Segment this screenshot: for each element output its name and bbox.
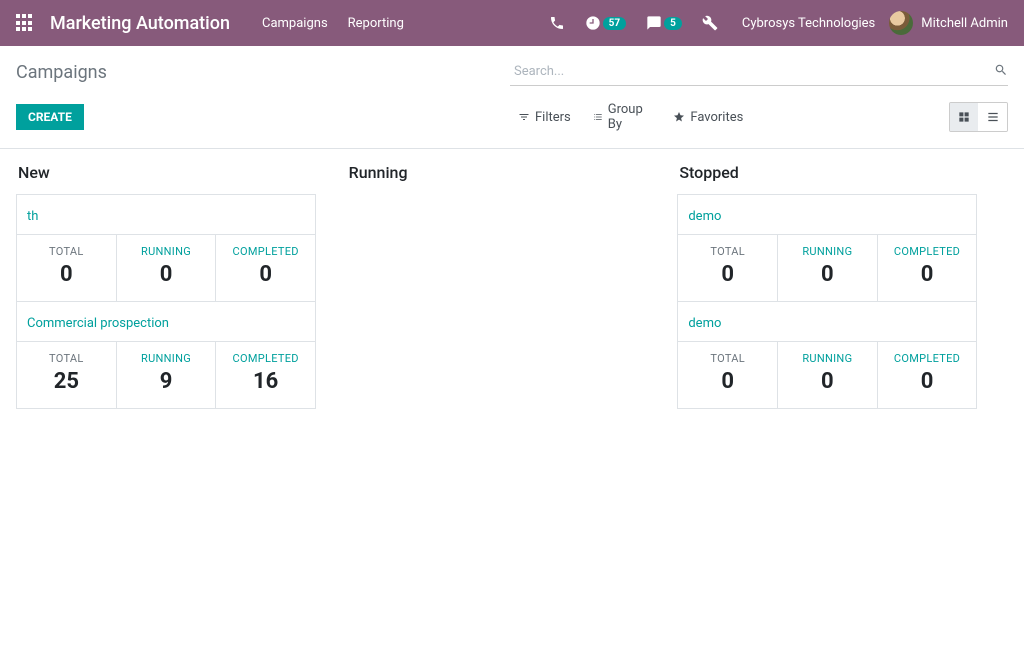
search-icon[interactable] bbox=[994, 62, 1008, 81]
control-panel: Campaigns CREATE Filters Group By Favori… bbox=[0, 46, 1024, 149]
messages-icon[interactable]: 5 bbox=[646, 15, 682, 31]
breadcrumb: Campaigns bbox=[16, 62, 107, 83]
column-running: Running bbox=[347, 163, 678, 194]
stat-running: RUNNING0 bbox=[777, 342, 877, 408]
filters-label: Filters bbox=[535, 110, 571, 125]
activities-badge: 57 bbox=[603, 17, 626, 30]
avatar-icon bbox=[889, 11, 913, 35]
stat-total: TOTAL0 bbox=[678, 235, 777, 301]
create-button[interactable]: CREATE bbox=[16, 104, 84, 130]
user-menu[interactable]: Mitchell Admin bbox=[889, 11, 1008, 35]
column-stopped: Stopped demo TOTAL0 RUNNING0 COMPLETED0 … bbox=[677, 163, 1008, 409]
search-container bbox=[510, 58, 1008, 86]
favorites-label: Favorites bbox=[690, 110, 743, 125]
list-view-icon bbox=[986, 110, 1000, 124]
nav-reporting[interactable]: Reporting bbox=[348, 16, 404, 31]
app-brand[interactable]: Marketing Automation bbox=[50, 13, 230, 34]
activities-icon[interactable]: 57 bbox=[585, 15, 626, 31]
kanban-view: New th TOTAL0 RUNNING0 COMPLETED0 Commer… bbox=[0, 149, 1024, 423]
stat-completed: COMPLETED0 bbox=[215, 235, 315, 301]
star-icon bbox=[673, 111, 685, 123]
campaign-card[interactable]: th TOTAL0 RUNNING0 COMPLETED0 bbox=[17, 195, 315, 301]
list-icon bbox=[593, 111, 603, 123]
nav-campaigns[interactable]: Campaigns bbox=[262, 16, 328, 31]
stat-running: RUNNING9 bbox=[116, 342, 216, 408]
column-title: Stopped bbox=[677, 163, 1008, 182]
stat-total: TOTAL0 bbox=[17, 235, 116, 301]
campaign-name[interactable]: th bbox=[27, 209, 38, 224]
groupby-label: Group By bbox=[608, 102, 652, 132]
campaign-name[interactable]: demo bbox=[688, 316, 721, 331]
groupby-dropdown[interactable]: Group By bbox=[585, 98, 660, 136]
stat-running: RUNNING0 bbox=[777, 235, 877, 301]
favorites-dropdown[interactable]: Favorites bbox=[665, 106, 751, 129]
stat-completed: COMPLETED0 bbox=[877, 235, 977, 301]
campaign-card[interactable]: demo TOTAL0 RUNNING0 COMPLETED0 bbox=[678, 195, 976, 301]
list-view-button[interactable] bbox=[978, 103, 1007, 131]
campaign-name[interactable]: Commercial prospection bbox=[27, 316, 169, 331]
kanban-icon bbox=[957, 110, 971, 124]
apps-icon[interactable] bbox=[16, 14, 34, 32]
search-input[interactable] bbox=[510, 58, 994, 85]
column-title: Running bbox=[347, 163, 678, 182]
column-title: New bbox=[16, 163, 347, 182]
company-selector[interactable]: Cybrosys Technologies bbox=[742, 16, 875, 31]
stat-total: TOTAL0 bbox=[678, 342, 777, 408]
campaign-card[interactable]: demo TOTAL0 RUNNING0 COMPLETED0 bbox=[678, 301, 976, 408]
funnel-icon bbox=[518, 111, 530, 123]
messages-badge: 5 bbox=[664, 17, 682, 30]
stat-completed: COMPLETED16 bbox=[215, 342, 315, 408]
user-name: Mitchell Admin bbox=[921, 16, 1008, 31]
stat-total: TOTAL25 bbox=[17, 342, 116, 408]
kanban-view-button[interactable] bbox=[950, 103, 979, 131]
filters-dropdown[interactable]: Filters bbox=[510, 106, 579, 129]
stat-running: RUNNING0 bbox=[116, 235, 216, 301]
column-new: New th TOTAL0 RUNNING0 COMPLETED0 Commer… bbox=[16, 163, 347, 409]
campaign-name[interactable]: demo bbox=[688, 209, 721, 224]
main-navbar: Marketing Automation Campaigns Reporting… bbox=[0, 0, 1024, 46]
phone-icon[interactable] bbox=[549, 15, 565, 31]
debug-icon[interactable] bbox=[702, 15, 718, 31]
stat-completed: COMPLETED0 bbox=[877, 342, 977, 408]
campaign-card[interactable]: Commercial prospection TOTAL25 RUNNING9 … bbox=[17, 301, 315, 408]
view-switcher bbox=[949, 102, 1008, 132]
